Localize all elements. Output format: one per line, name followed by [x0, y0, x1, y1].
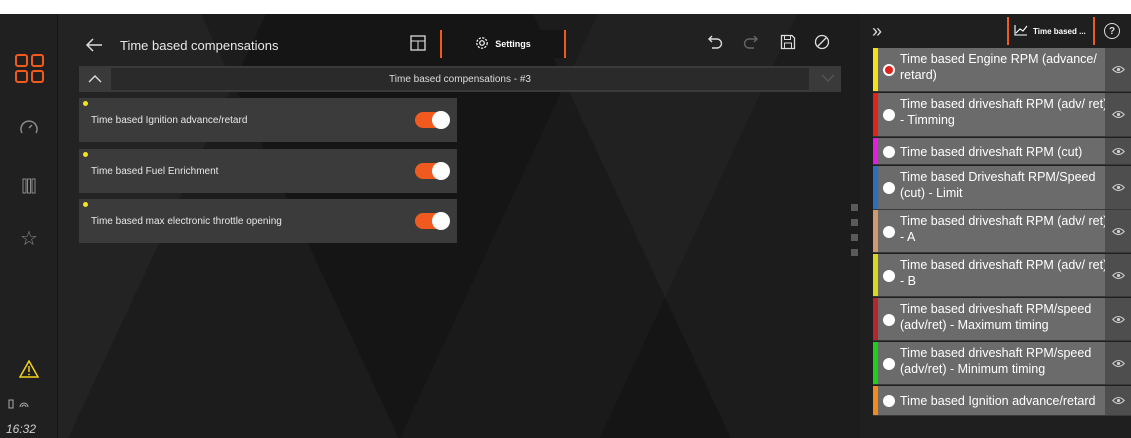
series-radio[interactable] — [883, 182, 895, 194]
toggle-label: Time based max electronic throttle openi… — [91, 216, 282, 227]
series-radio[interactable] — [883, 357, 895, 370]
gauge-icon[interactable] — [0, 118, 58, 136]
series-radio[interactable] — [883, 109, 895, 121]
series-panel-header: » Time based ... ? — [860, 14, 1131, 48]
back-arrow-icon[interactable] — [82, 33, 106, 57]
help-icon[interactable]: ? — [1104, 23, 1120, 39]
series-label: Time based Driveshaft RPM/Speed (cut) - … — [900, 170, 1096, 200]
series-panel: » Time based ... ? Time based Engine RPM… — [860, 14, 1131, 438]
page-indicator[interactable] — [851, 219, 858, 226]
series-radio[interactable] — [883, 145, 895, 158]
eye-icon[interactable] — [1105, 93, 1131, 136]
series-label: Time based driveshaft RPM (adv/ ret) - T… — [900, 97, 1108, 127]
eye-icon[interactable] — [1105, 166, 1131, 209]
gear-icon — [475, 36, 489, 52]
star-icon[interactable]: ☆ — [0, 226, 58, 251]
series-color-stripe — [873, 166, 878, 209]
toggle-switch[interactable] — [415, 212, 450, 230]
cancel-icon[interactable] — [814, 34, 830, 55]
series-label: Time based driveshaft RPM (adv/ ret) - B — [900, 258, 1108, 288]
series-label: Time based driveshaft RPM/speed (adv/ret… — [900, 302, 1092, 332]
tab-time-based[interactable]: Time based ... — [1007, 17, 1095, 45]
series-label: Time based driveshaft RPM (cut) — [900, 144, 1083, 159]
eye-icon[interactable] — [1105, 48, 1131, 91]
chevron-down-icon[interactable] — [821, 71, 835, 90]
section-title[interactable]: Time based compensations - #3 — [111, 68, 809, 90]
series-item[interactable]: Time based driveshaft RPM/speed (adv/ret… — [873, 342, 1131, 385]
series-item[interactable]: Time based driveshaft RPM (adv/ ret) - B — [873, 254, 1131, 297]
tab-settings[interactable]: Settings — [440, 30, 566, 58]
toggle-row-ignition: Time based Ignition advance/retard — [79, 98, 457, 142]
series-color-stripe — [873, 386, 878, 415]
eye-icon[interactable] — [1105, 138, 1131, 164]
series-label: Time based driveshaft RPM (adv/ ret) - A — [900, 214, 1108, 244]
line-chart-icon — [1014, 24, 1028, 38]
toggle-label: Time based Fuel Enrichment — [91, 166, 219, 177]
page-indicator[interactable] — [851, 204, 858, 211]
series-radio[interactable] — [883, 313, 895, 326]
toggle-label: Time based Ignition advance/retard — [91, 115, 248, 126]
series-color-stripe — [873, 93, 878, 136]
series-item[interactable]: Time based Driveshaft RPM/Speed (cut) - … — [873, 166, 1131, 210]
top-header: Time based compensations Settings — [78, 28, 838, 62]
tab-time-based-label: Time based ... — [1033, 26, 1086, 36]
page-indicator[interactable] — [851, 249, 858, 256]
table-view-icon[interactable] — [410, 35, 426, 56]
modified-indicator — [83, 152, 88, 157]
status-icons — [8, 399, 34, 412]
columns-icon[interactable] — [0, 178, 58, 194]
series-color-stripe — [873, 254, 878, 296]
save-icon[interactable] — [780, 34, 796, 55]
eye-icon[interactable] — [1105, 254, 1131, 296]
series-label: Time based driveshaft RPM/speed (adv/ret… — [900, 346, 1092, 376]
toggle-row-throttle: Time based max electronic throttle openi… — [79, 199, 457, 243]
series-color-stripe — [873, 210, 878, 252]
apps-grid-icon[interactable] — [0, 54, 58, 83]
toggle-switch[interactable] — [415, 162, 450, 180]
series-item[interactable]: Time based Ignition advance/retard — [873, 386, 1131, 416]
collapse-button[interactable] — [79, 66, 111, 92]
series-item[interactable]: Time based Engine RPM (advance/ retard) — [873, 48, 1131, 92]
series-radio[interactable] — [883, 225, 895, 238]
eye-icon[interactable] — [1105, 342, 1131, 384]
undo-icon[interactable] — [706, 34, 724, 55]
modified-indicator — [83, 202, 88, 207]
series-label: Time based Engine RPM (advance/ retard) — [900, 52, 1097, 82]
clock-time: 16:32 — [6, 422, 37, 436]
series-color-stripe — [873, 342, 878, 384]
page-title: Time based compensations — [120, 37, 279, 53]
series-color-stripe — [873, 298, 878, 340]
modified-indicator — [83, 101, 88, 106]
page-indicator[interactable] — [851, 234, 858, 241]
redo-icon[interactable] — [742, 34, 760, 55]
series-label: Time based Ignition advance/retard — [900, 394, 1096, 408]
series-color-stripe — [873, 138, 878, 164]
series-item[interactable]: Time based driveshaft RPM (cut) — [873, 138, 1131, 165]
series-radio[interactable] — [883, 395, 895, 407]
warning-icon[interactable] — [0, 360, 58, 378]
series-radio[interactable] — [883, 64, 895, 76]
eye-icon[interactable] — [1105, 298, 1131, 340]
toggle-row-fuel-enrichment: Time based Fuel Enrichment — [79, 149, 457, 193]
series-radio[interactable] — [883, 269, 895, 282]
toggle-switch[interactable] — [415, 111, 450, 129]
series-color-stripe — [873, 48, 878, 91]
tab-settings-label: Settings — [495, 39, 531, 49]
series-item[interactable]: Time based driveshaft RPM/speed (adv/ret… — [873, 298, 1131, 341]
section-header: Time based compensations - #3 — [79, 66, 841, 92]
eye-icon[interactable] — [1105, 210, 1131, 252]
series-item[interactable]: Time based driveshaft RPM (adv/ ret) - A — [873, 210, 1131, 253]
expand-panel-icon[interactable]: » — [872, 21, 882, 42]
left-rail: ☆ 16:32 — [0, 14, 58, 438]
series-item[interactable]: Time based driveshaft RPM (adv/ ret) - T… — [873, 93, 1131, 137]
eye-icon[interactable] — [1105, 386, 1131, 415]
